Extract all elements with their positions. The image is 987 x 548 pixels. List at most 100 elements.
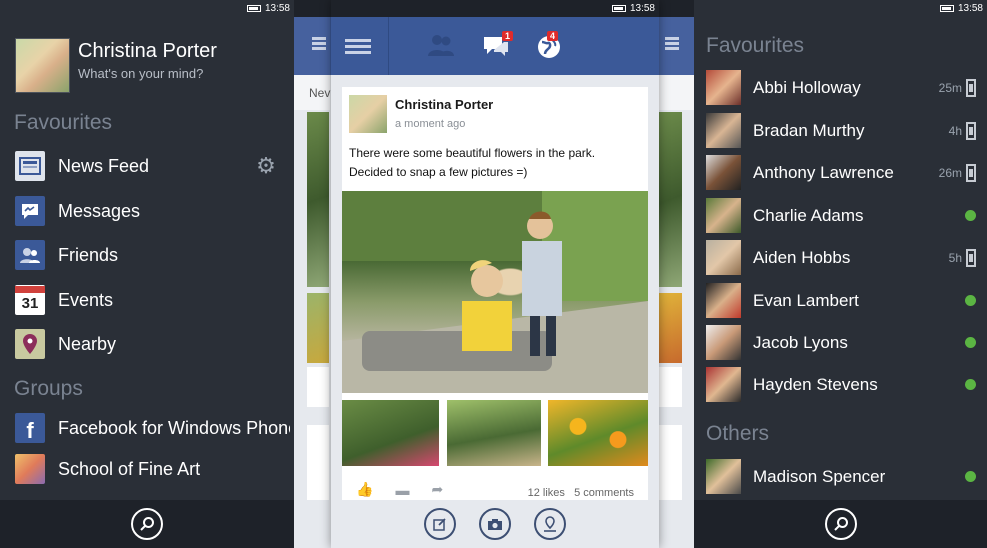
feed-photo-peek [307, 293, 329, 363]
battery-icon [611, 5, 626, 12]
contact-name: Charlie Adams [753, 205, 864, 225]
mobile-phone-icon [966, 78, 976, 97]
search-button[interactable] [131, 508, 163, 540]
sidebar-item-events[interactable]: 31 Events [15, 285, 290, 315]
center-app-bar [331, 500, 659, 548]
contact-row[interactable]: Anthony Lawrence 26m [706, 155, 976, 190]
map-pin-icon [15, 329, 45, 359]
contact-name: Aiden Hobbs [753, 247, 851, 267]
right-app-bar [694, 500, 987, 548]
feed-card-peek [307, 367, 329, 407]
online-status-dot [965, 295, 976, 306]
contact-name: Abbi Holloway [753, 77, 861, 97]
sidebar-item-group-fine-art[interactable]: School of Fine Art [15, 454, 290, 484]
post-thumbnail-photo[interactable] [342, 400, 439, 466]
avatar[interactable] [15, 38, 70, 93]
messages-badge: 1 [502, 31, 514, 41]
contact-row[interactable]: Charlie Adams [706, 198, 976, 233]
sidebar-item-label: Facebook for Windows Phone [58, 417, 290, 438]
left-app-bar [0, 500, 294, 548]
online-status-dot [965, 379, 976, 390]
last-active-time: 4h [948, 123, 962, 138]
post-text: There were some beautiful flowers in the… [349, 144, 639, 182]
contact-row[interactable]: Aiden Hobbs 5h [706, 240, 976, 275]
online-status-dot [965, 337, 976, 348]
groups-heading: Groups [14, 377, 83, 400]
sidebar-item-label: Friends [58, 244, 119, 265]
hamburger-icon [312, 37, 326, 40]
post-main-photo[interactable] [342, 191, 648, 393]
friends-requests-peek[interactable] [659, 17, 694, 75]
facebook-icon: f [15, 413, 45, 443]
group-photo-icon [15, 454, 45, 484]
avatar [706, 367, 741, 402]
sidebar-item-group-facebook[interactable]: f Facebook for Windows Phone [15, 413, 290, 443]
search-button[interactable] [824, 508, 857, 540]
profile-name[interactable]: Christina Porter [78, 40, 217, 63]
search-icon [140, 517, 154, 531]
feed-photo-peek [659, 293, 682, 363]
tab-news-feed-peek[interactable]: Nev [309, 86, 330, 100]
contact-row[interactable]: Bradan Murthy 4h [706, 113, 976, 148]
contact-row[interactable]: Madison Spencer [706, 459, 976, 494]
feed-card-peek [307, 425, 329, 500]
share-icon[interactable]: ➦ [431, 481, 443, 498]
avatar [706, 283, 741, 318]
contact-name: Bradan Murthy [753, 120, 865, 140]
post-text-line: There were some beautiful flowers in the… [349, 146, 596, 160]
online-status-dot [965, 471, 976, 482]
status-update-button[interactable] [424, 508, 456, 540]
last-active-time: 5h [948, 250, 962, 265]
avatar[interactable] [349, 95, 387, 133]
post-card: Christina Porter a moment ago There were… [342, 87, 648, 500]
status-time: 13:58 [629, 3, 655, 14]
friend-requests-icon[interactable] [427, 33, 455, 57]
likes-count[interactable]: 12 likes [528, 487, 565, 499]
post-detail-panel: 13:58 1 4 Christina Porter a moment ago … [331, 0, 659, 548]
sidebar-item-label: School of Fine Art [58, 458, 201, 479]
sidebar-item-news-feed[interactable]: News Feed [15, 151, 290, 181]
avatar [706, 325, 741, 360]
sidebar-item-nearby[interactable]: Nearby [15, 329, 290, 359]
post-thumbnail-photo[interactable] [447, 400, 541, 466]
post-author[interactable]: Christina Porter [395, 97, 493, 112]
online-status-dot [965, 210, 976, 221]
photo-content [342, 191, 648, 393]
contact-row[interactable]: Jacob Lyons [706, 325, 976, 360]
avatar [706, 113, 741, 148]
sidebar-item-friends[interactable]: Friends [15, 240, 290, 270]
contact-name: Evan Lambert [753, 290, 859, 310]
check-in-button[interactable] [534, 508, 566, 540]
facebook-glyph: f [26, 418, 34, 443]
menu-button-peek[interactable] [294, 17, 330, 75]
avatar [706, 198, 741, 233]
tab-strip-peek [659, 75, 694, 110]
sidebar-item-label: Messages [58, 200, 141, 221]
like-icon[interactable]: 👍 [356, 481, 373, 498]
list-icon [665, 37, 679, 40]
sidebar-item-messages[interactable]: Messages [15, 196, 290, 226]
location-icon [544, 516, 556, 532]
contact-row[interactable]: Abbi Holloway 25m [706, 70, 976, 105]
contact-row[interactable]: Hayden Stevens [706, 367, 976, 402]
post-thumbnail-photo[interactable] [548, 400, 648, 466]
app-stage: 13:58 Christina Porter What's on your mi… [0, 0, 987, 548]
favourites-heading: Favourites [14, 111, 113, 134]
feed-card-peek [659, 367, 682, 407]
calendar-header [15, 285, 45, 293]
feed-card-peek [659, 425, 682, 500]
mobile-phone-icon [966, 121, 976, 140]
comments-count[interactable]: 5 comments [574, 487, 634, 499]
divider [388, 17, 389, 75]
gear-icon[interactable]: ⚙ [255, 155, 277, 177]
profile-header[interactable]: Christina Porter What's on your mind? [15, 38, 217, 93]
avatar [706, 70, 741, 105]
status-prompt[interactable]: What's on your mind? [78, 66, 217, 81]
mobile-phone-icon [966, 248, 976, 267]
photo-upload-button[interactable] [479, 508, 511, 540]
comment-icon[interactable]: ▬ [395, 482, 409, 498]
contact-row[interactable]: Evan Lambert [706, 283, 976, 318]
post-counts[interactable]: 12 likes 5 comments [528, 487, 634, 499]
hamburger-icon[interactable] [345, 39, 371, 42]
sidebar-item-label: News Feed [58, 155, 150, 176]
